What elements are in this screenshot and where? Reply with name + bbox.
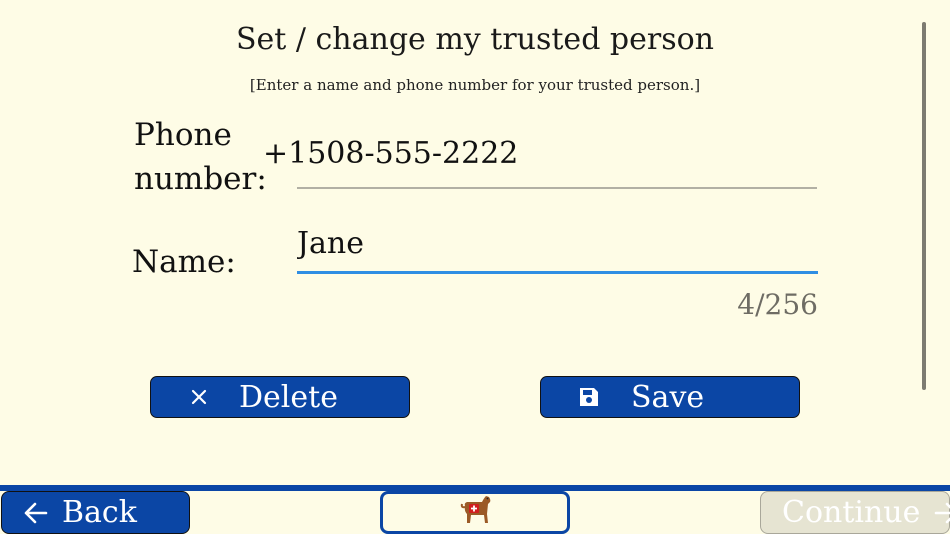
arrow-left-icon — [22, 501, 48, 525]
continue-button[interactable]: Continue — [760, 491, 950, 534]
phone-label: Phone number: — [134, 117, 267, 197]
back-button[interactable]: Back — [1, 491, 190, 534]
close-icon — [187, 385, 211, 409]
phone-value: +1508-555-2222 — [263, 136, 519, 171]
page-title: Set / change my trusted person — [235, 22, 715, 57]
back-button-label: Back — [62, 495, 137, 530]
phone-underline — [297, 187, 817, 189]
arrow-right-icon — [934, 501, 950, 525]
page-subtitle: [Enter a name and phone number for your … — [249, 76, 701, 94]
home-button[interactable] — [380, 491, 570, 534]
scrollbar[interactable] — [922, 22, 926, 390]
delete-button[interactable]: Delete — [150, 376, 410, 418]
name-label: Name: — [132, 244, 236, 280]
delete-button-label: Delete — [239, 379, 338, 415]
save-button[interactable]: Save — [540, 376, 800, 418]
save-button-label: Save — [631, 379, 705, 415]
floppy-disk-icon — [577, 385, 601, 409]
service-dog-icon — [457, 492, 493, 534]
continue-button-label: Continue — [782, 495, 921, 530]
name-input[interactable] — [297, 218, 817, 268]
name-char-counter: 4/256 — [737, 288, 818, 321]
name-underline — [297, 271, 818, 274]
